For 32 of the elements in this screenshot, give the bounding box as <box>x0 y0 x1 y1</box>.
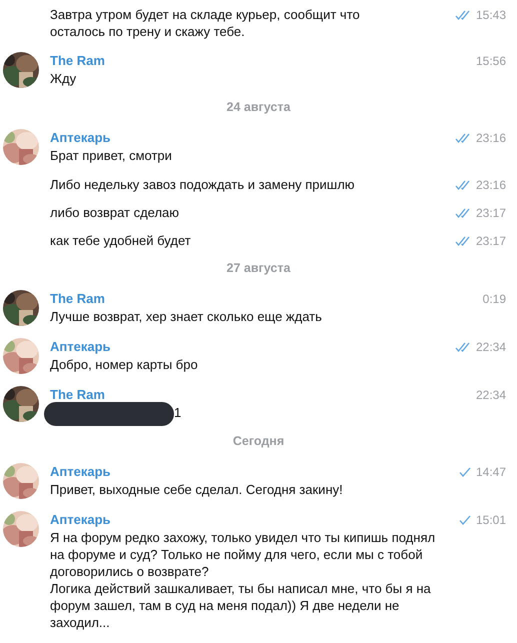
message-time: 23:16 <box>476 130 506 146</box>
message-time: 23:16 <box>476 176 506 194</box>
message-time: 0:19 <box>482 290 506 308</box>
message-text: Завтра утром будет на складе курьер, сообщит что осталось по трену и скажу тебе. <box>50 6 361 40</box>
sender-name[interactable]: Аптекарь <box>50 129 455 147</box>
message-text: как тебе удобней будет <box>50 232 192 249</box>
message-time: 14:47 <box>476 464 506 480</box>
date-separator: 27 августа <box>226 260 290 277</box>
message-text: Добро, номер карты бро <box>50 356 199 373</box>
message-text: Брат привет, смотри <box>50 147 173 164</box>
message-time: 22:34 <box>476 338 506 356</box>
sender-name[interactable]: Аптекарь <box>50 338 455 356</box>
message-text: 1 <box>174 404 182 421</box>
sender-name[interactable]: The Ram <box>50 386 476 404</box>
message-text: либо возврат сделаю <box>50 204 180 221</box>
sender-name[interactable]: The Ram <box>50 52 476 70</box>
message-text: Лучше возврат, хер знает сколько еще ждать <box>50 308 323 325</box>
message-time: 15:56 <box>476 52 506 70</box>
message-time: 15:43 <box>476 6 506 24</box>
date-separator: 24 августа <box>226 99 290 116</box>
message-text: Я на форум редко захожу, только увидел что ты кипишь поднял на форуме и суд? Только не пойму для чего, если мы с тобой договорились о возврате? Логика действий зашкаливает, ты бы написал мне, что бы я на форум зашел, там в суд на меня подал)) Я две недели не заходил... <box>50 529 436 631</box>
sender-name[interactable]: Аптекарь <box>50 463 459 481</box>
sender-name[interactable]: Аптекарь <box>50 511 459 529</box>
message-text: Либо недельку завоз подождать и замену пришлю <box>50 176 356 193</box>
message-time: 15:01 <box>476 512 506 528</box>
message-text: Жду <box>50 70 78 87</box>
message-time: 23:17 <box>476 204 506 222</box>
message-time: 22:34 <box>476 386 506 404</box>
message-text: Привет, выходные себе сделал. Сегодня закину! <box>50 481 344 498</box>
sender-name[interactable]: The Ram <box>50 290 483 308</box>
message-time: 23:17 <box>476 232 506 250</box>
date-separator: Сегодня <box>232 433 284 450</box>
